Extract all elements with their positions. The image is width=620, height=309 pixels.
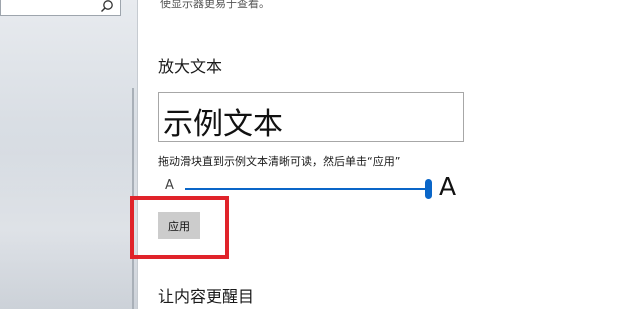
slider-instruction: 拖动滑块直到示例文本清晰可读，然后单击“应用” — [158, 155, 401, 168]
section-title-make-content-stand-out: 让内容更醒目 — [158, 287, 255, 306]
settings-sidebar — [0, 0, 137, 309]
highlight-annotation-box — [130, 196, 229, 259]
search-input[interactable] — [0, 0, 121, 16]
sidebar-background-band — [0, 150, 137, 309]
search-icon[interactable] — [100, 0, 114, 13]
section-title-enlarge-text: 放大文本 — [158, 57, 223, 76]
slider-max-label: A — [439, 172, 457, 201]
text-size-slider-track[interactable] — [185, 188, 426, 190]
text-size-slider-thumb[interactable] — [425, 179, 432, 199]
sample-text: 示例文本 — [163, 107, 283, 142]
sample-text-preview: 示例文本 — [158, 92, 464, 142]
pane-divider — [137, 0, 138, 309]
slider-min-label: A — [165, 178, 174, 193]
page-description: 使显示器更易于查看。 — [160, 0, 270, 10]
